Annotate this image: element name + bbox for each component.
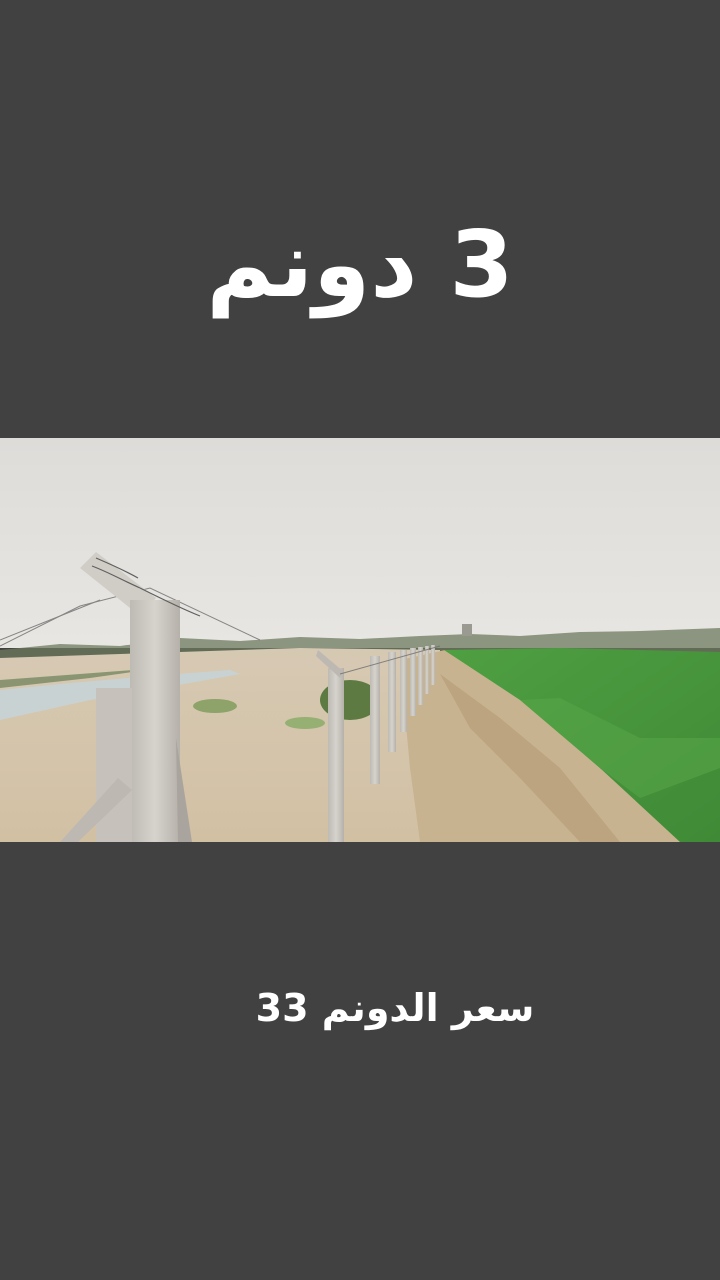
price-caption: سعر الدونم 33 (255, 986, 535, 1030)
area-title: 3 دونم (206, 211, 514, 318)
land-photo (0, 438, 720, 842)
bottom-background-band (0, 842, 720, 1280)
